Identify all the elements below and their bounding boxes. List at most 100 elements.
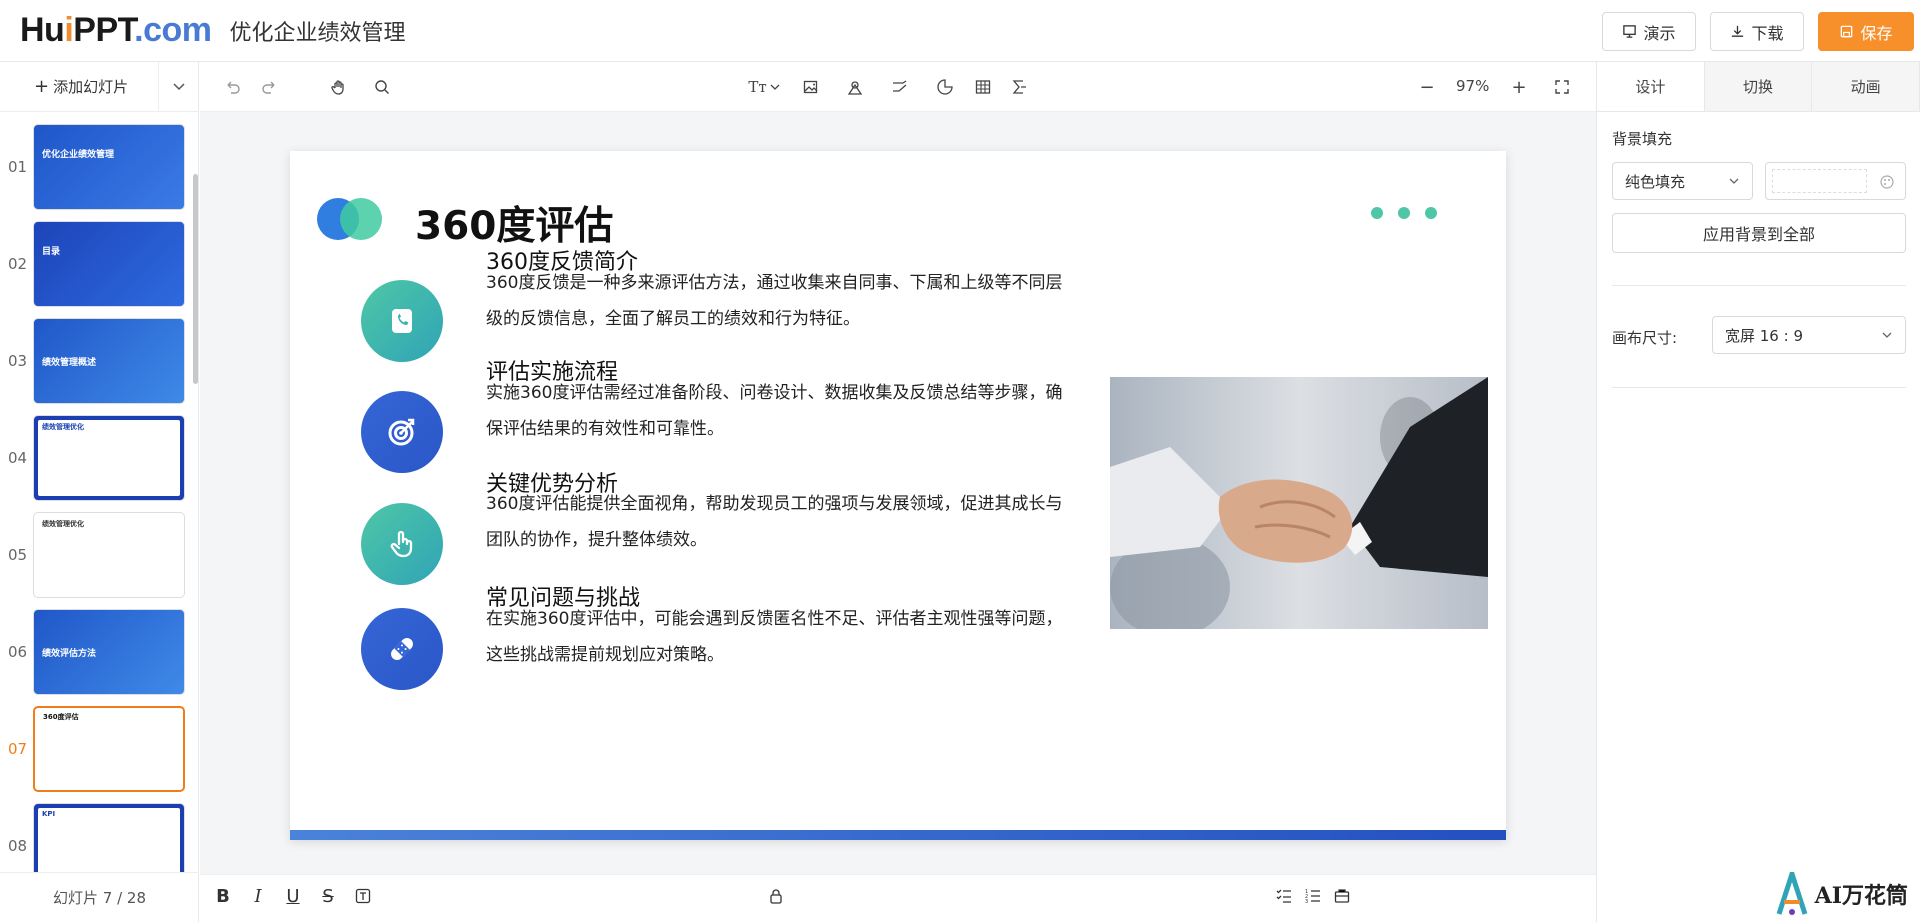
add-slide-dropdown[interactable] [158,62,198,112]
thumbnail-row[interactable]: 03 绩效管理概述 [0,318,190,404]
zoom-in-icon[interactable]: + [1508,76,1530,98]
slide-thumbnail[interactable]: KPI [33,803,185,872]
tab-animation[interactable]: 动画 [1812,62,1920,111]
text-box-icon[interactable] [352,885,374,907]
text-style-dropdown[interactable]: Tт [744,76,784,98]
thumbnail-title: KPI [42,810,56,818]
thumbnail-row[interactable]: 04 绩效管理优化 [0,415,190,501]
shape-icon[interactable] [844,76,866,98]
item-body[interactable]: 360度反馈是一种多来源评估方法，通过收集来自同事、下属和上级等不同层级的反馈信… [486,265,1070,337]
download-button[interactable]: 下载 [1710,12,1804,51]
thumbnail-row[interactable]: 08 KPI [0,803,190,872]
slide-number: 05 [8,546,28,564]
table-icon[interactable] [972,76,994,98]
checklist-icon[interactable] [1273,885,1295,907]
thumbnail-title: 绩效管理概述 [42,358,97,368]
handshake-photo[interactable] [1110,377,1488,629]
slide-thumbnail[interactable]: 绩效管理优化 [33,415,185,501]
color-swatch [1772,169,1867,193]
chevron-down-icon [1882,332,1892,338]
lock-icon[interactable] [765,885,787,907]
present-button[interactable]: 演示 [1602,12,1696,51]
slide-number: 08 [8,837,28,855]
thumbnail-title: 优化企业绩效管理 [42,150,115,160]
thumbnail-title: 360度评估 [43,713,79,721]
slide-preview[interactable]: 360度评估 360度反馈简介 360度反馈是一种多来源评估方法，通过收集来自同… [290,151,1506,840]
underline-icon[interactable]: U [282,885,304,907]
apply-background-all-button[interactable]: 应用背景到全部 [1612,213,1906,253]
slide-thumbnail[interactable]: 目录 [33,221,185,307]
slide-number: 02 [8,255,28,273]
thumbnail-title: 绩效管理优化 [42,520,84,528]
document-title[interactable]: 优化企业绩效管理 [230,15,406,47]
thumbnail-scrollbar[interactable] [193,174,198,384]
bandage-icon [361,608,443,690]
image-icon[interactable] [800,76,822,98]
slide-thumbnail[interactable]: 绩效管理概述 [33,318,185,404]
editor-toolbar: Tт − 97% + [200,62,1596,112]
chart-icon[interactable] [934,76,956,98]
undo-icon[interactable] [222,76,244,98]
phone-icon [361,280,443,362]
thumbnail-row[interactable]: 07 360度评估 [0,706,190,792]
slide-counter: 幻灯片 7 / 28 [0,872,199,922]
decoration-dot [1425,207,1437,219]
item-body[interactable]: 在实施360度评估中，可能会遇到反馈匿名性不足、评估者主观性强等问题，这些挑战需… [486,601,1070,673]
save-icon [1841,25,1853,38]
save-button[interactable]: 保存 [1818,12,1914,51]
target-icon [361,391,443,473]
thumbnail-title: 目录 [42,247,61,257]
background-fill-select[interactable]: 纯色填充 [1612,162,1753,200]
item-body[interactable]: 实施360度评估需经过准备阶段、问卷设计、数据收集及反馈总结等步骤，确保评估结果… [486,375,1070,447]
redo-icon[interactable] [258,76,280,98]
thumbnail-row[interactable]: 02 目录 [0,221,190,307]
strikethrough-icon[interactable]: S [317,885,339,907]
line-icon[interactable] [889,76,911,98]
canvas-size-select[interactable]: 宽屏 16 : 9 [1712,316,1906,354]
slide-thumbnail-active[interactable]: 360度评估 [33,706,185,792]
hand-pan-icon[interactable] [328,76,350,98]
fullscreen-icon[interactable] [1551,76,1573,98]
slide-title[interactable]: 360度评估 [415,195,613,251]
download-icon [1732,25,1744,37]
slide-thumbnail[interactable]: 绩效评估方法 [33,609,185,695]
italic-icon[interactable]: I [247,885,269,907]
tab-transition[interactable]: 切换 [1704,62,1813,111]
search-icon[interactable] [371,76,393,98]
present-label: 演示 [1643,23,1676,43]
background-color-picker[interactable] [1765,162,1906,200]
save-label: 保存 [1860,23,1893,43]
plus-icon: + [34,76,50,97]
divider [1612,285,1906,286]
slide-thumbnail-list[interactable]: 01 优化企业绩效管理 02 目录 03 绩效管理概述 04 绩效管理优化 05… [0,112,198,872]
add-slide-label: 添加幻灯片 [53,78,129,96]
slide-number: 04 [8,449,28,467]
clear-format-icon[interactable] [1331,885,1353,907]
zoom-level: 97% [1456,77,1490,95]
slide-thumbnail[interactable]: 优化企业绩效管理 [33,124,185,210]
background-fill-value: 纯色填充 [1625,172,1686,191]
chevron-down-icon [172,83,185,91]
formula-icon[interactable] [1008,76,1030,98]
thumbnail-row[interactable]: 05 绩效管理优化 [0,512,190,598]
text-size-icon: Tт [748,78,767,96]
slide-bottom-bar [290,830,1506,840]
brand-logo-icon [1776,872,1808,915]
canvas-size-label: 画布尺寸: [1612,329,1678,347]
zoom-out-icon[interactable]: − [1416,76,1438,98]
divider [1612,387,1906,388]
brand-watermark: AI万花筒 [1775,872,1908,916]
thumbnail-row[interactable]: 01 优化企业绩效管理 [0,124,190,210]
bold-icon[interactable]: B [212,885,234,907]
site-logo[interactable]: HuiPPT.com [20,11,212,50]
tab-design[interactable]: 设计 [1597,62,1705,111]
slide-thumbnail[interactable]: 绩效管理优化 [33,512,185,598]
chevron-down-icon [770,84,780,90]
palette-icon [1880,175,1894,189]
thumbnail-row[interactable]: 06 绩效评估方法 [0,609,190,695]
add-slide-button[interactable]: + 添加幻灯片 [34,76,128,97]
slide-canvas[interactable]: 360度评估 360度反馈简介 360度反馈是一种多来源评估方法，通过收集来自同… [200,112,1596,874]
decoration-dot [1371,207,1383,219]
numbered-list-icon[interactable]: 123 [1302,885,1324,907]
item-body[interactable]: 360度评估能提供全面视角，帮助发现员工的强项与发展领域，促进其成长与团队的协作… [486,486,1070,558]
